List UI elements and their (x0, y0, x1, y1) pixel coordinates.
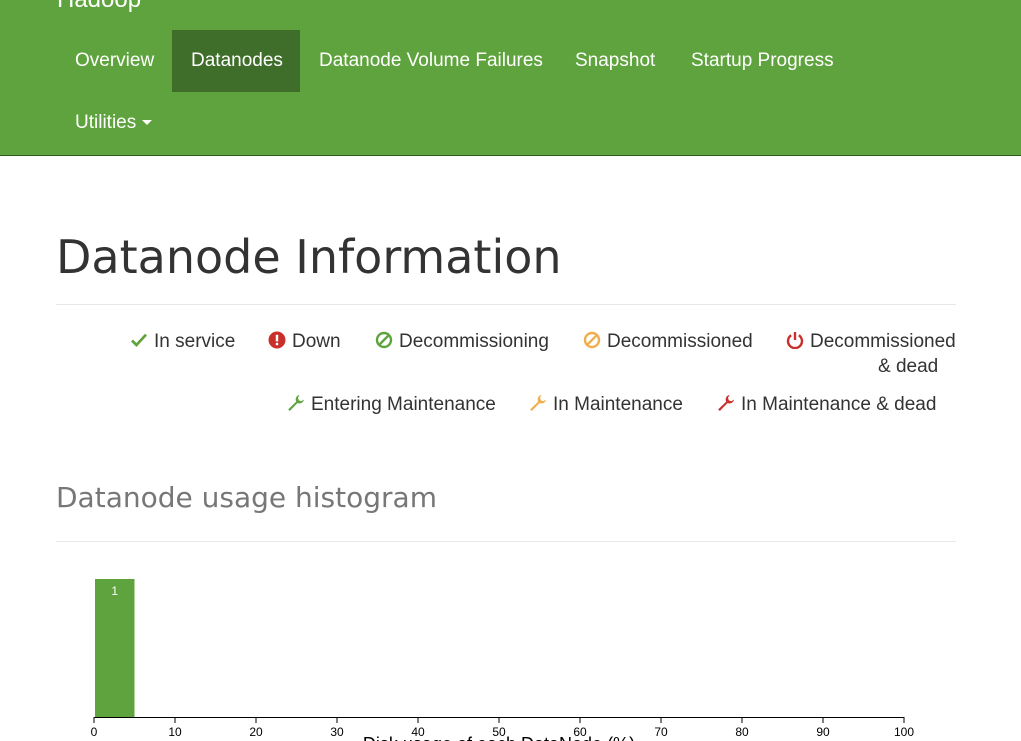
nav-datanode-volume-failures[interactable]: Datanode Volume Failures (300, 30, 562, 92)
nav-utilities-dropdown[interactable]: Utilities (56, 92, 171, 154)
legend-in-maintenance-dead: In Maintenance & dead (717, 393, 936, 417)
x-axis-tick-label: 0 (91, 725, 98, 739)
legend-entering-maintenance: Entering Maintenance (287, 393, 496, 417)
legend-decommissioned-dead: Decommissioned (786, 330, 956, 354)
exclamation-circle-icon (268, 331, 286, 349)
title-divider (56, 304, 956, 305)
nav-snapshot[interactable]: Snapshot (556, 30, 674, 92)
caret-down-icon (142, 120, 153, 126)
brand-logo[interactable]: Hadoop (57, 0, 141, 14)
wrench-icon (288, 395, 304, 411)
nav-utilities-label: Utilities (75, 112, 137, 133)
x-axis-label: Disk usage of each DataNode (%) (363, 734, 635, 741)
wrench-icon (530, 395, 546, 411)
legend-down: Down (268, 330, 341, 354)
histogram-bar-label: 1 (111, 584, 118, 598)
nav-overview[interactable]: Overview (56, 30, 173, 92)
legend-decommissioning: Decommissioning (375, 330, 549, 354)
page-title: Datanode Information (56, 230, 562, 284)
legend-decommissioned-dead-line2: & dead (878, 356, 939, 377)
legend-in-maintenance: In Maintenance (529, 393, 683, 417)
x-axis-tick-label: 80 (735, 725, 749, 739)
usage-histogram-chart: 10102030405060708090100Disk usage of eac… (91, 579, 914, 741)
ban-icon (583, 331, 601, 349)
nav-datanodes[interactable]: Datanodes (172, 30, 300, 92)
x-axis-tick-label: 100 (894, 725, 914, 739)
histogram-title: Datanode usage histogram (56, 481, 437, 514)
x-axis-tick-label: 10 (168, 725, 182, 739)
x-axis-tick-label: 30 (330, 725, 344, 739)
check-icon (131, 333, 147, 347)
legend-in-service: In service (130, 330, 235, 354)
x-axis-tick-label: 20 (249, 725, 263, 739)
nav-startup-progress[interactable]: Startup Progress (672, 30, 853, 92)
x-axis-tick-label: 70 (654, 725, 668, 739)
wrench-icon (718, 395, 734, 411)
ban-icon (375, 331, 393, 349)
legend-decommissioned: Decommissioned (583, 330, 753, 354)
histogram-divider (56, 541, 956, 542)
histogram-bar (95, 579, 135, 717)
top-navbar: Hadoop Overview Datanodes Datanode Volum… (0, 0, 1021, 156)
power-off-icon (786, 332, 804, 349)
x-axis-tick-label: 90 (816, 725, 830, 739)
